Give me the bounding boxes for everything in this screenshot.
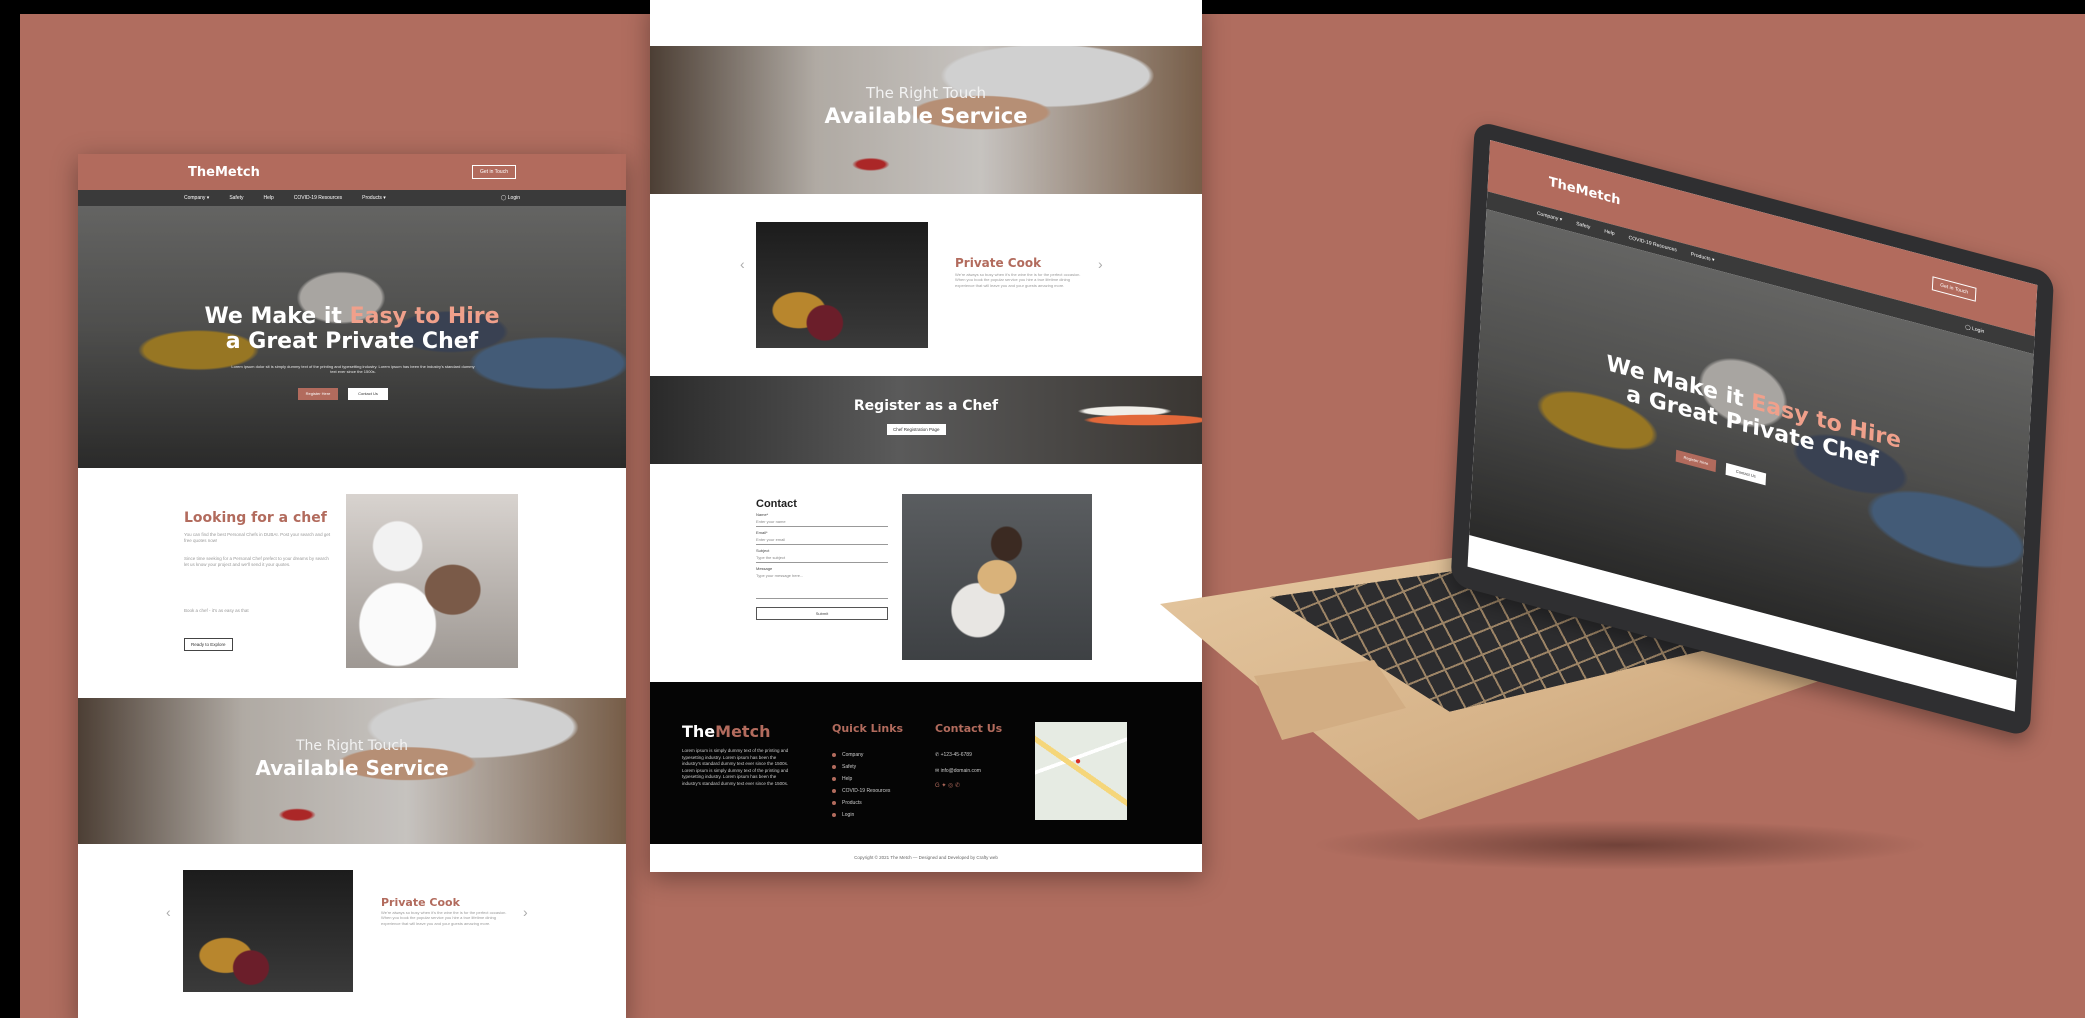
footer-map[interactable]: ●: [1035, 722, 1127, 820]
message-field[interactable]: Type your message here...: [756, 571, 888, 599]
bullet-icon: [832, 812, 836, 817]
footer-logo[interactable]: TheMetch: [682, 722, 770, 741]
bullet-icon: [832, 776, 836, 781]
user-icon: ◯: [500, 195, 508, 201]
get-in-touch-button[interactable]: Get in Touch: [472, 165, 516, 179]
screen-hero-title: We Make it Easy to Hire a Great Private …: [1605, 351, 1902, 474]
map-pin-icon: ●: [1075, 756, 1082, 767]
looking-intro: You can find the best Personal Chefs in …: [184, 532, 331, 544]
bullet-icon: [832, 788, 836, 793]
laptop-shadow: [1310, 820, 1930, 870]
footer-link-products[interactable]: Products: [832, 800, 862, 806]
site-footer: TheMetch Lorem ipsum is simply dummy tex…: [650, 682, 1202, 844]
footer-link-login[interactable]: Login: [832, 812, 854, 818]
site-header: TheMetch Get in Touch: [78, 154, 626, 190]
footer-phone[interactable]: ✆ +123-45-6789: [935, 752, 972, 758]
private-cook-title-mid: Private Cook: [955, 256, 1042, 270]
left-page-mockup: TheMetch Get in Touch Company ▾ Safety H…: [78, 154, 626, 1018]
private-cook-text-mid: We're always so busy when it's the wine …: [955, 272, 1081, 288]
chef-registration-button[interactable]: Chef Registration Page: [887, 424, 946, 435]
nav-help[interactable]: Help: [264, 195, 274, 201]
nav-company[interactable]: Company ▾: [184, 195, 209, 201]
private-cook-photo-mid: [756, 222, 928, 348]
nav-login[interactable]: ◯ Login: [501, 195, 520, 201]
bullet-icon: [832, 800, 836, 805]
footer-link-help[interactable]: Help: [832, 776, 852, 782]
footer-link-covid[interactable]: COVID-19 Resources: [832, 788, 890, 794]
middle-page-mockup: The Right Touch Available Service ‹ Priv…: [650, 0, 1202, 872]
screen-nav-help[interactable]: Help: [1604, 228, 1615, 237]
private-cook-section: ‹ Private Cook We're always so busy when…: [78, 844, 626, 1018]
top-strip: [650, 0, 1202, 46]
register-title: Register as a Chef: [853, 398, 999, 414]
contact-us-title: Contact Us: [935, 722, 1003, 735]
footer-link-company[interactable]: Company: [832, 752, 863, 758]
email-field[interactable]: Enter your email: [756, 535, 888, 545]
looking-tagline: Book a chef - it's as easy as that: [184, 608, 249, 613]
private-cook-photo: [183, 870, 353, 992]
footer-link-safety[interactable]: Safety: [832, 764, 856, 770]
screen-register-button[interactable]: Register Here: [1675, 449, 1717, 473]
contact-us-button[interactable]: Contact Us: [348, 388, 388, 400]
service-banner: The Right Touch Available Service: [78, 698, 626, 844]
chef-couple-photo: [346, 494, 518, 668]
contact-form: Name* Enter your name Email* Enter your …: [756, 512, 888, 620]
carousel-prev-button[interactable]: ‹: [166, 904, 171, 920]
nav-products[interactable]: Products ▾: [362, 195, 386, 201]
hero-title: We Make it Easy to Hire a Great Private …: [204, 304, 500, 355]
screen-nav-login[interactable]: ◯ Login: [1965, 324, 1985, 335]
looking-section: Looking for a chef You can find the best…: [78, 468, 626, 698]
footer-about: Lorem ipsum is simply dummy text of the …: [682, 748, 789, 786]
service-kicker-mid: The Right Touch: [866, 84, 986, 102]
dish-photo: [902, 494, 1092, 660]
contact-title: Contact: [756, 498, 797, 510]
site-logo[interactable]: TheMetch: [188, 165, 260, 180]
screen-get-in-touch-button[interactable]: Get in Touch: [1931, 276, 1977, 302]
screen-contact-button[interactable]: Contact Us: [1725, 462, 1767, 486]
hero-section: We Make it Easy to Hire a Great Private …: [78, 206, 626, 468]
private-cook-text: We're always so busy when it's the wine …: [381, 910, 507, 926]
contact-section: Contact Name* Enter your name Email* Ent…: [650, 464, 1202, 682]
service-kicker: The Right Touch: [296, 738, 408, 754]
name-field[interactable]: Enter your name: [756, 517, 888, 527]
site-nav: Company ▾ Safety Help COVID-19 Resources…: [78, 190, 626, 206]
phone-social-icon[interactable]: ✆: [955, 783, 960, 789]
ready-to-explore-button[interactable]: Ready to Explore: [184, 638, 233, 651]
service-title-mid: Available Service: [824, 104, 1028, 128]
submit-button[interactable]: Submit: [756, 607, 888, 620]
private-cook-section-mid: ‹ Private Cook We're always so busy when…: [650, 194, 1202, 376]
looking-title: Looking for a chef: [184, 510, 327, 526]
screen-logo[interactable]: TheMetch: [1548, 174, 1621, 208]
social-icons: G ✦ ◎ ✆: [935, 782, 960, 789]
footer-email[interactable]: ✉ info@domain.com: [935, 768, 981, 774]
service-banner-mid: The Right Touch Available Service: [650, 46, 1202, 194]
register-banner: Register as a Chef Chef Registration Pag…: [650, 376, 1202, 464]
screen-nav-products[interactable]: Products ▾: [1691, 251, 1715, 263]
service-title: Available Service: [255, 756, 449, 780]
showcase-stage: TheMetch Get in Touch Company ▾ Safety H…: [0, 0, 2085, 1018]
looking-body: Since time seeking for a Personal Chef p…: [184, 556, 329, 568]
private-cook-title: Private Cook: [381, 896, 460, 909]
subject-field[interactable]: Type the subject: [756, 553, 888, 563]
carousel-prev-button-mid[interactable]: ‹: [740, 256, 745, 272]
register-here-button[interactable]: Register Here: [298, 388, 338, 400]
screen-nav-safety[interactable]: Safety: [1576, 221, 1590, 231]
bullet-icon: [832, 764, 836, 769]
carousel-next-button[interactable]: ›: [523, 904, 528, 920]
copyright-bar: Copyright © 2021 The Metch — Designed an…: [650, 844, 1202, 872]
nav-covid[interactable]: COVID-19 Resources: [294, 195, 342, 201]
carousel-next-button-mid[interactable]: ›: [1098, 256, 1103, 272]
instagram-icon[interactable]: ◎: [948, 783, 955, 789]
hero-subtitle: Lorem ipsum dolor sit is simply dummy te…: [231, 364, 475, 374]
screen-nav-company[interactable]: Company ▾: [1537, 211, 1563, 224]
bullet-icon: [832, 752, 836, 757]
nav-safety[interactable]: Safety: [229, 195, 243, 201]
quick-links-title: Quick Links: [832, 722, 904, 735]
